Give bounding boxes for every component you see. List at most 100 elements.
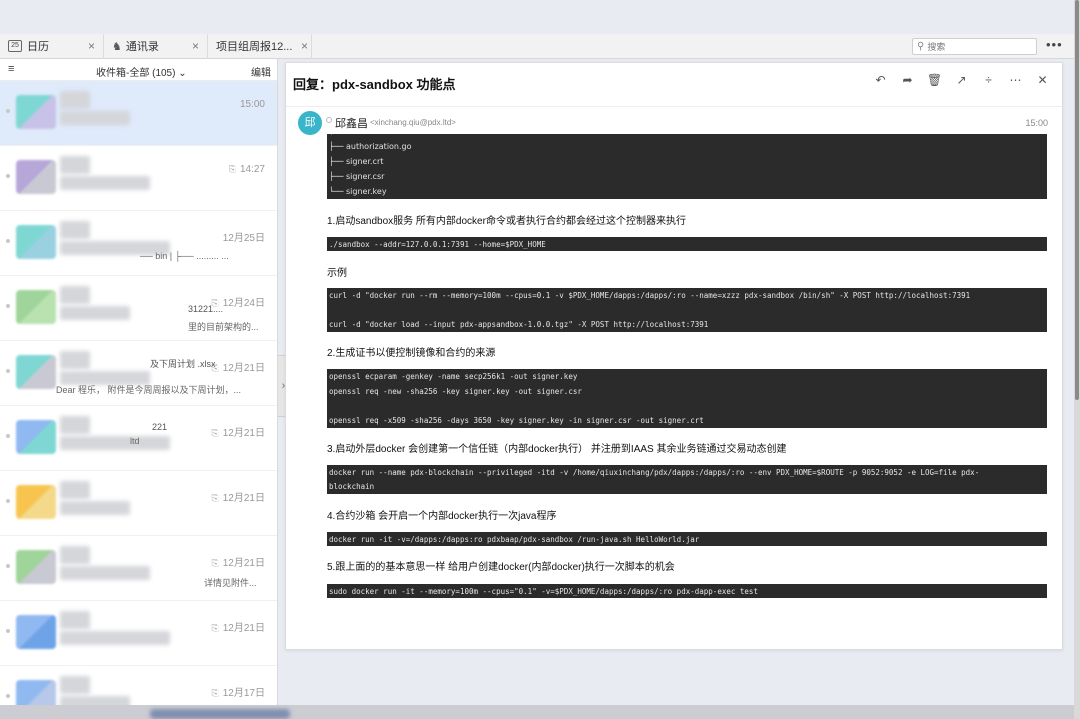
- mail-preview: ltd: [130, 436, 140, 446]
- close-icon[interactable]: ✕: [1029, 73, 1056, 87]
- unread-dot-icon: [6, 564, 10, 568]
- mail-list-item[interactable]: ⎘ 12月21日 221 ltd: [0, 406, 277, 471]
- delete-icon[interactable]: 🗑: [921, 73, 948, 87]
- dock-item-blurred: [150, 709, 290, 719]
- mail-list-item[interactable]: ⎘ 12月21日: [0, 601, 277, 666]
- redacted-sender: [60, 156, 90, 174]
- more-options-icon[interactable]: •••: [1046, 37, 1063, 52]
- tree-line-partial: ├──: [329, 134, 343, 135]
- attachment-icon: ⎘: [211, 493, 219, 503]
- mail-subject: 31221....: [188, 304, 224, 314]
- code-block: curl -d "docker run --rm --memory=100m -…: [327, 288, 1047, 332]
- code-block: docker run --name pdx-blockchain --privi…: [327, 465, 1047, 494]
- sender-row: 邱 邱鑫昌 <xinchang.qiu@pdx.ltd> 15:00: [286, 106, 1062, 135]
- tab-weekly-report[interactable]: 项目组周报12... ×: [208, 33, 312, 59]
- paragraph: 2.生成证书以便控制镜像和合约的来源: [327, 348, 496, 359]
- reading-pane: 回复：pdx-sandbox 功能点 ↶ ➦ 🗑 ↗ ÷ ⋯ ✕ 邱 邱鑫昌 <…: [285, 62, 1063, 650]
- redacted-sender: [60, 286, 90, 304]
- forward-icon[interactable]: ➦: [894, 73, 921, 87]
- avatar: [16, 95, 56, 129]
- redacted-subject: [60, 306, 130, 320]
- attachment-icon: ⎘: [228, 164, 236, 174]
- bottom-dock-strip: [0, 705, 1074, 719]
- close-icon[interactable]: ×: [192, 39, 199, 53]
- unread-dot-icon: [6, 304, 10, 308]
- mail-list: 15:00 ⎘ 14:27 12月25日 ── bin | ├── ......... …: [0, 81, 277, 719]
- code-line: curl -d "docker run --rm --memory=100m -…: [329, 291, 971, 300]
- message-body: ├── ├── authorization.go ├── signer.crt …: [327, 134, 1048, 649]
- mail-list-item[interactable]: ⎘ 12月24日 31221.... 里的目前架构的...: [0, 276, 277, 341]
- code-block: ./sandbox --addr=127.0.0.1:7391 --home=$…: [327, 237, 1047, 251]
- code-line: openssl req -x509 -sha256 -days 3650 -ke…: [329, 416, 704, 425]
- code-block: openssl ecparam -genkey -name secp256k1 …: [327, 369, 1047, 428]
- tab-contacts[interactable]: ♞ 通讯录 ×: [104, 33, 208, 59]
- code-line: docker run --name pdx-blockchain --privi…: [329, 468, 980, 477]
- expand-icon[interactable]: ↗: [948, 73, 975, 87]
- avatar: [16, 485, 56, 519]
- chevron-down-icon: ⌄: [178, 68, 187, 79]
- reply-all-icon[interactable]: ↶: [867, 73, 894, 87]
- split-icon[interactable]: ÷: [975, 73, 1002, 87]
- folder-selector[interactable]: 收件箱-全部 (105) ⌄: [96, 64, 187, 79]
- mail-list-item[interactable]: 15:00: [0, 81, 277, 146]
- code-line: openssl req -new -sha256 -key signer.key…: [329, 387, 582, 396]
- paragraph: 5.跟上面的的基本意思一样 给用户创建docker(内部docker)执行一次脚…: [327, 562, 675, 573]
- tree-line: ├── signer.csr: [329, 172, 385, 181]
- code-line: curl -d "docker load --input pdx-appsand…: [329, 320, 709, 329]
- code-line: sudo docker run -it --memory=100m --cpus…: [329, 587, 758, 596]
- attachment-icon: ⎘: [211, 558, 219, 568]
- sender-name[interactable]: 邱鑫昌: [335, 115, 368, 131]
- mail-time: ⎘ 12月17日: [211, 688, 265, 699]
- edit-button[interactable]: 编辑: [251, 64, 271, 79]
- unread-dot-icon: [6, 239, 10, 243]
- code-line: blockchain: [329, 482, 375, 491]
- redacted-sender: [60, 546, 90, 564]
- sender-avatar[interactable]: 邱: [298, 111, 322, 135]
- mail-list-item[interactable]: ⎘ 14:27: [0, 146, 277, 211]
- search-input[interactable]: [927, 41, 1028, 52]
- tab-contacts-label: 通讯录: [125, 41, 159, 53]
- attachment-icon: ⎘: [211, 623, 219, 633]
- code-line: docker run -it -v=/dapps:/dapps:ro pdxba…: [329, 535, 700, 544]
- unread-dot-icon: [6, 499, 10, 503]
- code-line: openssl ecparam -genkey -name secp256k1 …: [329, 372, 578, 381]
- close-icon[interactable]: ×: [88, 39, 95, 53]
- redacted-subject: [60, 501, 130, 515]
- avatar: [16, 225, 56, 259]
- list-filter-icon[interactable]: ≡: [8, 63, 14, 75]
- redacted-sender: [60, 221, 90, 239]
- tab-calendar[interactable]: 25 日历 ×: [0, 33, 104, 59]
- unread-dot-icon: [6, 369, 10, 373]
- mail-list-header: ≡ 收件箱-全部 (105) ⌄ 编辑: [0, 59, 277, 81]
- search-box[interactable]: ⚲: [912, 38, 1037, 55]
- mail-time: ⎘ 12月21日: [211, 363, 265, 374]
- calendar-icon: 25: [8, 40, 22, 52]
- window-top-bar: [0, 0, 1080, 34]
- mail-list-item[interactable]: ⎘ 12月21日: [0, 471, 277, 536]
- status-dot-icon: [326, 117, 332, 123]
- redacted-subject: [60, 436, 170, 450]
- sender-email: <xinchang.qiu@pdx.ltd>: [370, 118, 456, 127]
- scrollbar-thumb[interactable]: [1075, 0, 1079, 400]
- message-subject: 回复：pdx-sandbox 功能点: [293, 77, 456, 92]
- code-block: sudo docker run -it --memory=100m --cpus…: [327, 584, 1047, 598]
- redacted-sender: [60, 91, 90, 109]
- redacted-sender: [60, 416, 90, 434]
- mail-time: ⎘ 12月21日: [211, 623, 265, 634]
- unread-dot-icon: [6, 694, 10, 698]
- window-scrollbar[interactable]: [1074, 0, 1080, 719]
- mail-list-item[interactable]: ⎘ 12月21日 详情见附件...: [0, 536, 277, 601]
- more-icon[interactable]: ⋯: [1002, 73, 1029, 87]
- unread-dot-icon: [6, 174, 10, 178]
- tree-line: ├── authorization.go: [329, 142, 412, 151]
- mail-list-item[interactable]: 12月25日 ── bin | ├── ......... ...: [0, 211, 277, 276]
- close-icon[interactable]: ×: [301, 39, 308, 53]
- avatar: [16, 550, 56, 584]
- unread-dot-icon: [6, 109, 10, 113]
- avatar: [16, 160, 56, 194]
- mail-list-item[interactable]: ⎘ 12月21日 及下周计划 .xlsx Dear 程乐， 附件是今周周报以及下周计划…: [0, 341, 277, 406]
- tree-line: └── signer.key: [329, 187, 387, 196]
- attachment-icon: ⎘: [211, 428, 219, 438]
- tab-calendar-label: 日历: [27, 41, 49, 53]
- mail-time: ⎘ 12月21日: [211, 558, 265, 569]
